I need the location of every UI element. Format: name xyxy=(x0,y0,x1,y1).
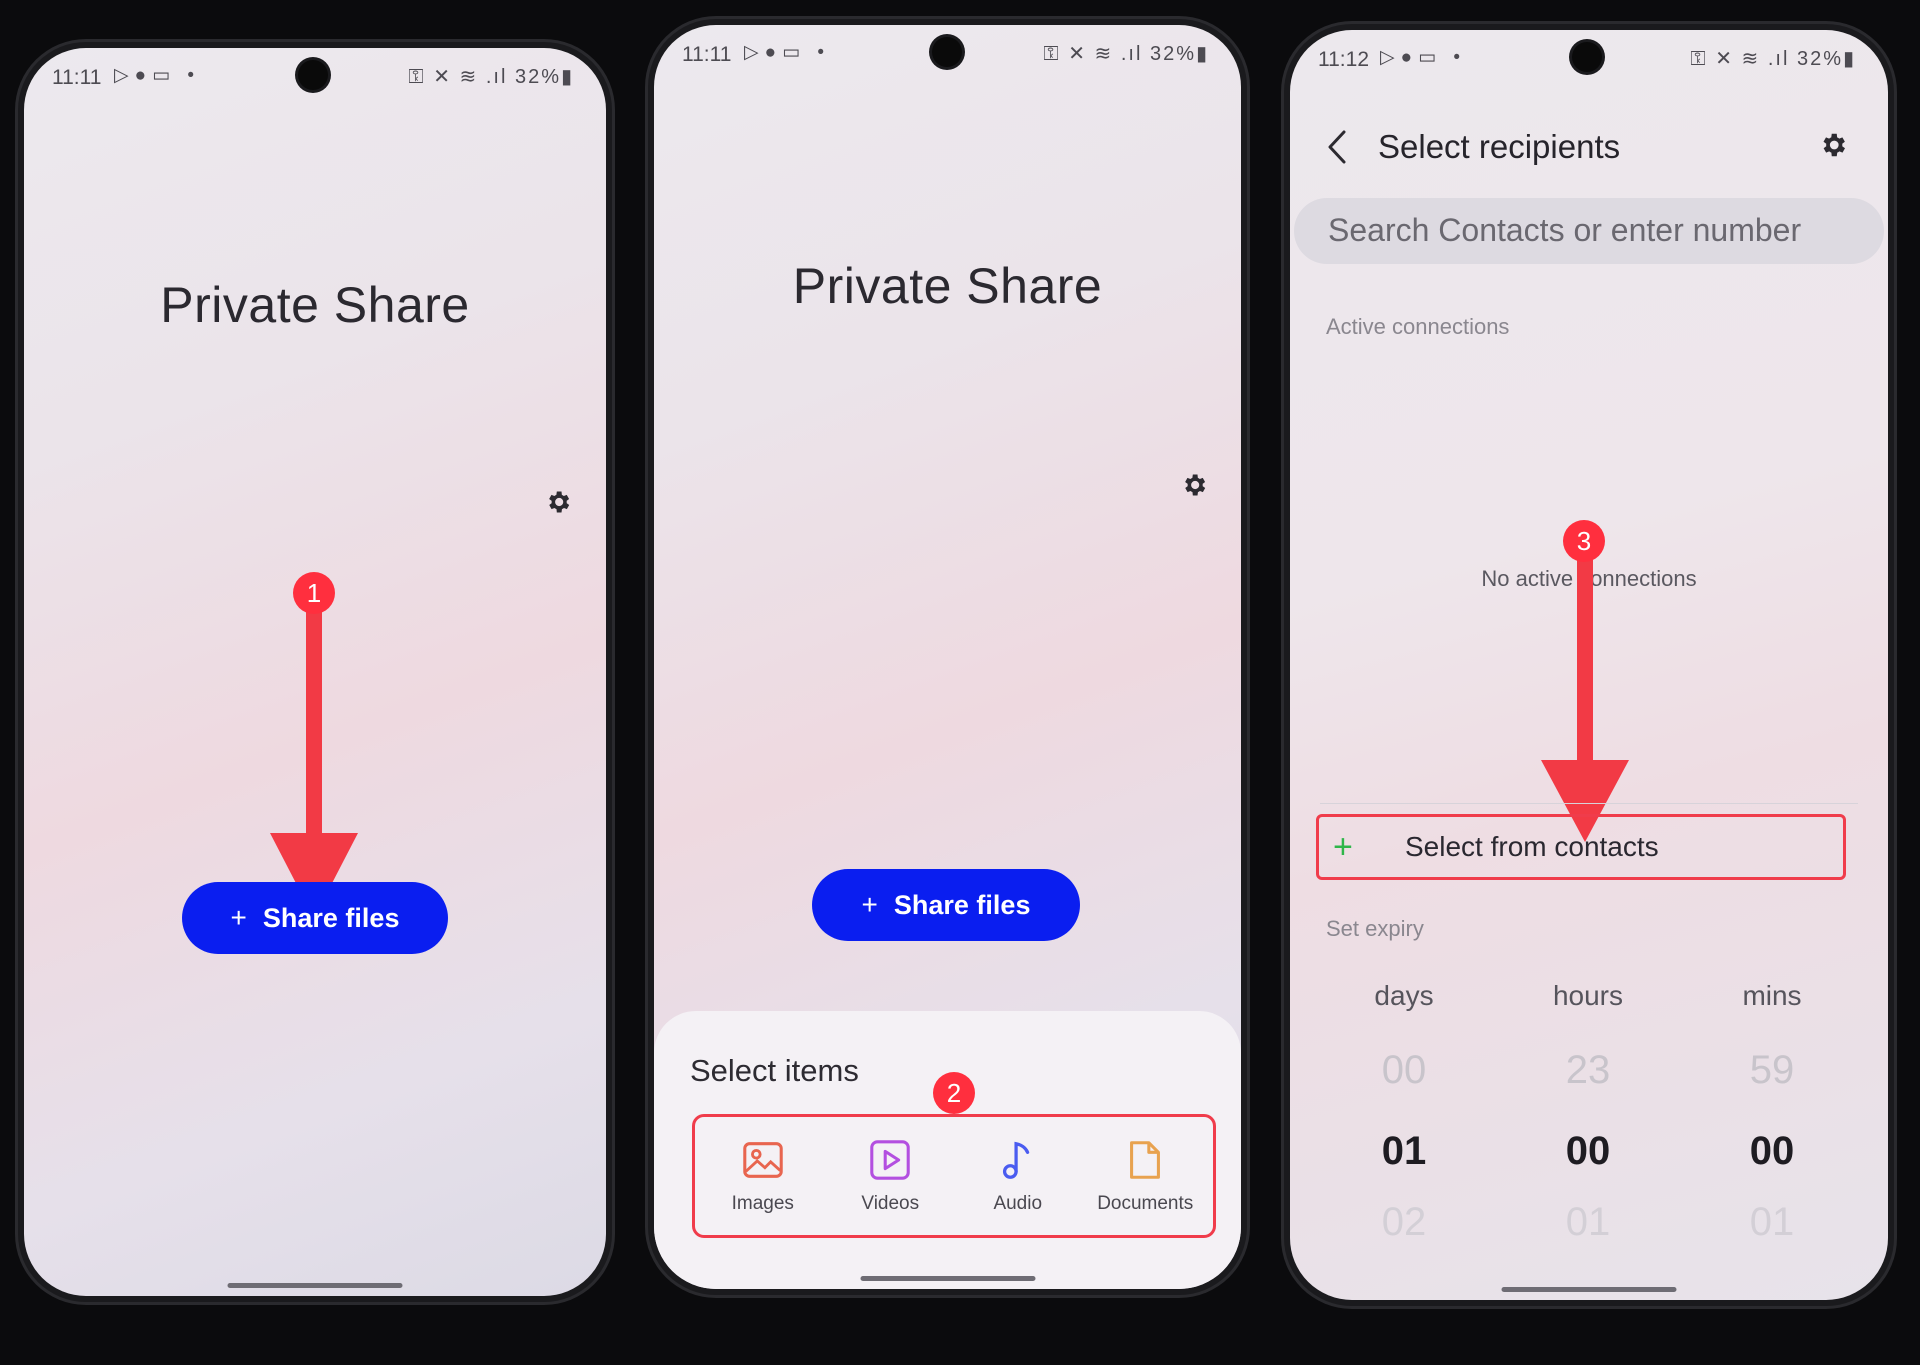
picker-days[interactable]: days 00 01 02 xyxy=(1324,980,1484,1245)
step-arrow-1 xyxy=(270,608,358,918)
option-audio[interactable]: Audio xyxy=(955,1137,1080,1215)
picker-days-next: 02 xyxy=(1381,1200,1427,1244)
phone-screen-2: 11:11 ▷●▭ • ⚿ ✕ ≋ .ıl 32%▮ Private Share… xyxy=(654,25,1241,1289)
app-title: Private Share xyxy=(160,277,470,333)
picker-hours-next: 01 xyxy=(1565,1200,1611,1244)
picker-mins-next: 01 xyxy=(1749,1200,1795,1244)
picker-mins[interactable]: mins 59 00 01 xyxy=(1692,980,1852,1245)
battery-icon: ▮ xyxy=(1842,48,1856,70)
option-label: Videos xyxy=(861,1193,920,1214)
app-title: Private Share xyxy=(792,258,1103,314)
camera-cutout xyxy=(298,60,328,90)
add-icon: + xyxy=(1333,827,1353,866)
picker-hours-label: hours xyxy=(1552,980,1624,1011)
notification-icons: ▷●▭ • xyxy=(114,65,200,86)
signal-icons: ⚿ ✕ ≋ .ıl xyxy=(1043,43,1150,65)
share-files-button[interactable]: + Share files xyxy=(182,882,448,954)
camera-cutout xyxy=(1572,42,1602,72)
document-icon xyxy=(1130,1141,1161,1179)
share-files-button[interactable]: + Share files xyxy=(812,869,1080,941)
picker-days-current: 01 xyxy=(1381,1129,1427,1173)
settings-gear-icon[interactable] xyxy=(1818,130,1848,160)
back-arrow-icon[interactable] xyxy=(1326,128,1348,166)
select-from-contacts-label: Select from contacts xyxy=(1405,831,1659,862)
step-badge-2: 2 xyxy=(933,1072,975,1114)
sheet-title: Select items xyxy=(690,1053,859,1088)
settings-gear-icon[interactable] xyxy=(544,488,572,516)
image-icon xyxy=(743,1142,783,1178)
battery-level: 32% xyxy=(1796,48,1843,70)
battery-level: 32% xyxy=(514,66,561,88)
status-time: 11:11 xyxy=(682,43,732,66)
battery-level: 32% xyxy=(1149,43,1196,65)
status-right: ⚿ ✕ ≋ .ıl 32%▮ xyxy=(408,64,574,89)
battery-icon: ▮ xyxy=(1195,43,1209,65)
select-from-contacts-button[interactable]: + Select from contacts xyxy=(1316,814,1846,880)
notification-icons: ▷●▭ • xyxy=(1380,47,1466,68)
step-badge-1: 1 xyxy=(293,572,335,614)
step-badge-3: 3 xyxy=(1563,520,1605,562)
option-label: Documents xyxy=(1097,1193,1194,1214)
picker-days-prev: 00 xyxy=(1381,1048,1427,1092)
picker-hours-prev: 23 xyxy=(1565,1048,1611,1092)
search-input[interactable]: Search Contacts or enter number xyxy=(1294,198,1884,264)
select-items-sheet: Select items 2 Images Videos Audio Docum… xyxy=(654,1011,1241,1289)
page-title: Select recipients xyxy=(1378,128,1621,165)
settings-gear-icon[interactable] xyxy=(1180,471,1208,499)
plus-icon: + xyxy=(230,902,247,933)
picker-mins-prev: 59 xyxy=(1749,1048,1795,1092)
active-connections-label: Active connections xyxy=(1326,314,1510,339)
divider xyxy=(1320,803,1858,804)
option-images[interactable]: Images xyxy=(700,1137,825,1215)
status-time: 11:12 xyxy=(1318,48,1369,71)
picker-hours[interactable]: hours 23 00 01 xyxy=(1508,980,1668,1245)
home-indicator[interactable] xyxy=(227,1283,403,1288)
set-expiry-label: Set expiry xyxy=(1326,916,1424,941)
music-note-icon xyxy=(1002,1141,1029,1179)
camera-cutout xyxy=(932,37,962,67)
picker-days-label: days xyxy=(1374,980,1434,1011)
picker-hours-current: 00 xyxy=(1565,1129,1611,1173)
phone-screen-3: 11:12 ▷●▭ • ⚿ ✕ ≋ .ıl 32%▮ Select recipi… xyxy=(1290,30,1888,1300)
option-label: Audio xyxy=(993,1193,1043,1214)
status-right: ⚿ ✕ ≋ .ıl 32%▮ xyxy=(1690,46,1856,71)
option-label: Images xyxy=(731,1193,794,1214)
home-indicator[interactable] xyxy=(1501,1287,1677,1292)
item-type-options: Images Videos Audio Documents xyxy=(692,1114,1216,1238)
status-time: 11:11 xyxy=(52,66,102,89)
step-arrow-3 xyxy=(1541,560,1629,842)
phone-screen-1: 11:11 ▷●▭ • ⚿ ✕ ≋ .ıl 32%▮ Private Share… xyxy=(24,48,606,1296)
option-videos[interactable]: Videos xyxy=(828,1137,953,1215)
notification-icons: ▷●▭ • xyxy=(744,42,830,63)
plus-icon: + xyxy=(861,889,878,920)
signal-icons: ⚿ ✕ ≋ .ıl xyxy=(408,66,515,88)
picker-mins-current: 00 xyxy=(1749,1129,1795,1173)
option-documents[interactable]: Documents xyxy=(1083,1137,1208,1215)
home-indicator[interactable] xyxy=(860,1276,1035,1281)
signal-icons: ⚿ ✕ ≋ .ıl xyxy=(1690,48,1797,70)
video-icon xyxy=(870,1140,910,1180)
battery-icon: ▮ xyxy=(560,66,574,88)
status-right: ⚿ ✕ ≋ .ıl 32%▮ xyxy=(1043,41,1209,66)
picker-mins-label: mins xyxy=(1742,980,1802,1011)
share-files-label: Share files xyxy=(893,889,1031,920)
share-files-label: Share files xyxy=(262,902,400,933)
